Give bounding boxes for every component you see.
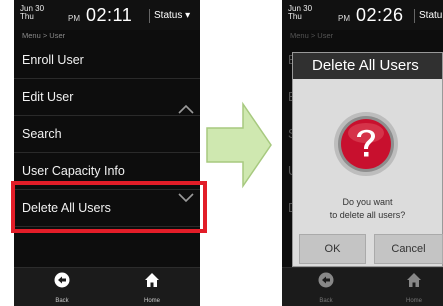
home-button[interactable]: Home [394,270,434,304]
date-display: Jun 30 Thu [288,5,312,21]
ok-button[interactable]: OK [299,234,366,264]
dialog-title: Delete All Users [293,53,442,79]
dialog-message: Do you want to delete all users? [293,196,442,222]
question-mark-icon [333,111,399,182]
status-dropdown[interactable]: Statu [419,10,442,21]
ampm-label: PM [68,14,80,23]
bottom-nav-bar: Back Home [282,267,443,306]
confirm-dialog: Delete All Users Do you want to delete a… [292,52,443,267]
dialog-message-line: to delete all users? [329,210,406,220]
highlight-box-delete-all-users [11,181,207,233]
status-bar: Jun 30 Thu PM 02:11 Status ▾ [14,0,200,30]
home-label: Home [143,298,160,304]
home-button[interactable]: Home [132,270,172,304]
back-button[interactable]: Back [42,270,82,304]
breadcrumb: Menu > User [22,31,66,40]
clock-time: 02:11 [86,5,133,25]
device-screen-after: Jun 30 Thu PM 02:26 Statu Menu > User E … [282,0,443,306]
home-label: Home [405,298,422,304]
back-button[interactable]: Back [306,270,346,304]
date-weekday: Thu [288,12,302,21]
ampm-label: PM [338,14,350,23]
back-label: Back [319,298,333,304]
dialog-message-line: Do you want [342,197,393,207]
status-bar: Jun 30 Thu PM 02:26 Statu [282,0,443,30]
bottom-nav-bar: Back Home [14,267,200,306]
date-weekday: Thu [20,12,34,21]
menu-item-enroll-user[interactable]: Enroll User [14,42,200,79]
status-dropdown[interactable]: Status ▾ [154,10,190,21]
clock-time: 02:26 [356,5,404,25]
menu-item-search[interactable]: Search [14,116,200,153]
back-label: Back [55,298,69,304]
status-divider [149,9,150,23]
back-arrow-icon [318,272,334,293]
chevron-up-icon[interactable] [178,104,194,114]
date-display: Jun 30 Thu [20,5,44,21]
back-arrow-icon [54,272,70,293]
menu-item-edit-user[interactable]: Edit User [14,79,200,116]
right-arrow-icon [206,101,272,189]
cancel-button[interactable]: Cancel [374,234,443,264]
status-divider [414,9,415,23]
breadcrumb: Menu > User [290,31,334,40]
home-icon [406,272,422,293]
device-screen-before: Jun 30 Thu PM 02:11 Status ▾ Menu > User… [14,0,200,306]
home-icon [144,272,160,293]
